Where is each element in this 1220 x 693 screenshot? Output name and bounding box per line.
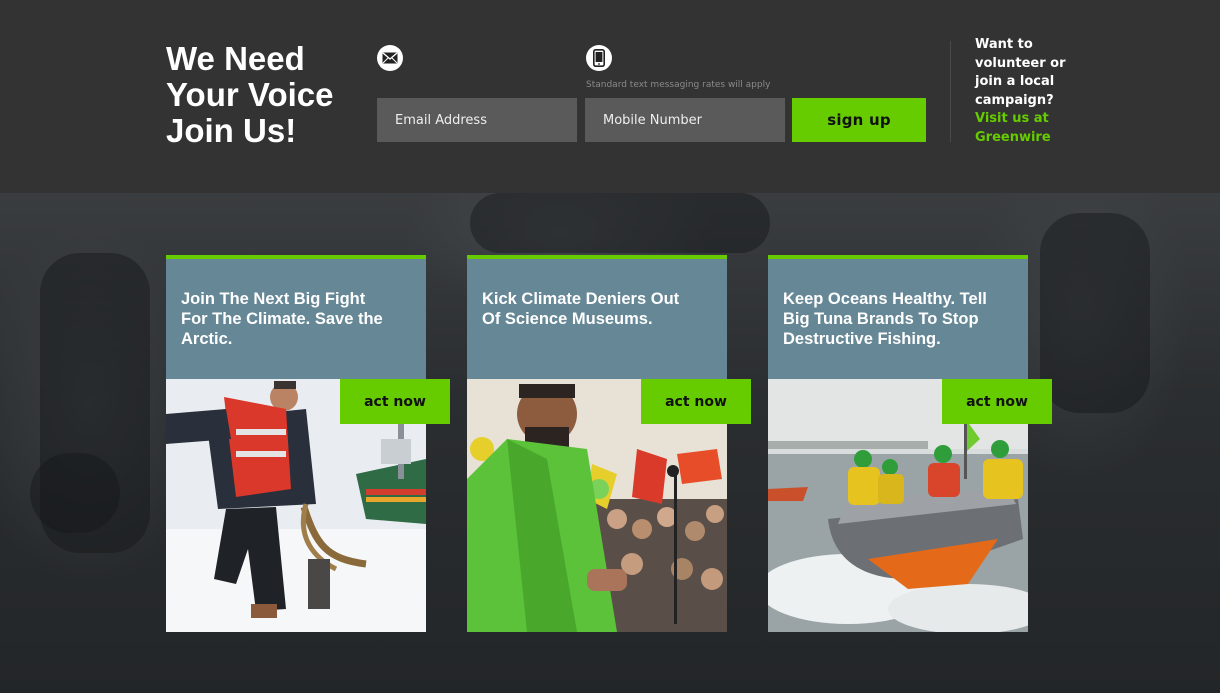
volunteer-text-line: volunteer or bbox=[975, 55, 1066, 71]
hero-silhouette bbox=[470, 193, 770, 253]
envelope-icon bbox=[377, 45, 403, 71]
card-title-line: Arctic. bbox=[181, 330, 233, 348]
headline-line: Your Voice bbox=[166, 76, 334, 113]
greenwire-link-line: Greenwire bbox=[975, 129, 1051, 145]
campaign-card-arctic: Join The Next Big Fight For The Climate.… bbox=[166, 255, 450, 632]
hero-silhouette bbox=[30, 453, 120, 533]
volunteer-text-line: Want to bbox=[975, 37, 1033, 52]
header-divider bbox=[950, 41, 951, 142]
greenwire-link[interactable]: Visit us at Greenwire bbox=[975, 110, 1085, 147]
volunteer-text-line: join a local bbox=[975, 74, 1055, 89]
mobile-number-field[interactable] bbox=[585, 98, 785, 142]
sign-up-button[interactable]: sign up bbox=[792, 98, 926, 142]
volunteer-callout: Want to volunteer or join a local campai… bbox=[975, 36, 1085, 147]
hero-silhouette bbox=[1040, 213, 1150, 413]
mobile-phone-icon bbox=[586, 45, 612, 71]
campaign-card-museums: Kick Climate Deniers Out Of Science Muse… bbox=[467, 255, 751, 632]
page-headline: We Need Your Voice Join Us! bbox=[166, 41, 366, 149]
act-now-button[interactable]: act now bbox=[641, 379, 751, 424]
card-title: Keep Oceans Healthy. Tell Big Tuna Brand… bbox=[783, 289, 1019, 349]
email-field[interactable] bbox=[377, 98, 577, 142]
card-title: Kick Climate Deniers Out Of Science Muse… bbox=[482, 289, 718, 329]
card-title-line: For The Climate. Save the bbox=[181, 310, 383, 328]
volunteer-text-line: campaign? bbox=[975, 92, 1054, 108]
card-header: Keep Oceans Healthy. Tell Big Tuna Brand… bbox=[768, 255, 1028, 379]
card-title: Join The Next Big Fight For The Climate.… bbox=[181, 289, 417, 349]
card-title-line: Kick Climate Deniers Out bbox=[482, 290, 680, 308]
card-header: Kick Climate Deniers Out Of Science Muse… bbox=[467, 255, 727, 379]
card-title-line: Keep Oceans Healthy. Tell bbox=[783, 290, 987, 308]
campaign-card-oceans: Keep Oceans Healthy. Tell Big Tuna Brand… bbox=[768, 255, 1052, 632]
signup-header: We Need Your Voice Join Us! Standard tex… bbox=[0, 0, 1220, 193]
act-now-button[interactable]: act now bbox=[340, 379, 450, 424]
card-header: Join The Next Big Fight For The Climate.… bbox=[166, 255, 426, 379]
greenwire-link-line: Visit us at bbox=[975, 111, 1049, 126]
card-title-line: Of Science Museums. bbox=[482, 310, 653, 328]
headline-line: We Need bbox=[166, 40, 305, 77]
card-title-line: Join The Next Big Fight bbox=[181, 290, 366, 308]
headline-line: Join Us! bbox=[166, 112, 297, 149]
card-title-line: Destructive Fishing. bbox=[783, 330, 941, 348]
card-title-line: Big Tuna Brands To Stop bbox=[783, 310, 979, 328]
act-now-button[interactable]: act now bbox=[942, 379, 1052, 424]
sms-rates-note: Standard text messaging rates will apply bbox=[586, 80, 771, 90]
